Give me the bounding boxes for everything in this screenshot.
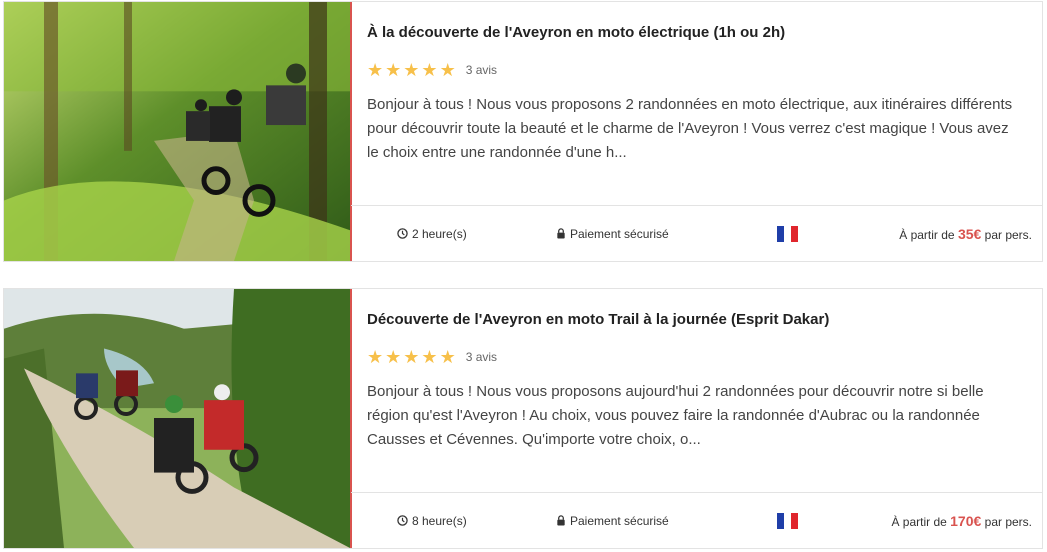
price: À partir de 170€ par pers. [891, 513, 1032, 529]
activity-title[interactable]: À la découverte de l'Aveyron en moto éle… [367, 24, 1026, 41]
price-prefix: À partir de [899, 227, 955, 242]
language [777, 512, 798, 529]
activity-details: Découverte de l'Aveyron en moto Trail à … [351, 289, 1042, 548]
price-value: 170€ [950, 512, 982, 529]
activity-title[interactable]: Découverte de l'Aveyron en moto Trail à … [367, 311, 1026, 328]
activity-card[interactable]: Découverte de l'Aveyron en moto Trail à … [3, 288, 1043, 549]
star-icon: ★ [421, 60, 438, 80]
activity-description: Bonjour à tous ! Nous vous proposons auj… [367, 383, 984, 448]
language [777, 225, 798, 242]
rating: ★ ★ ★ ★ ★ 3 avis [367, 347, 497, 367]
price-suffix: par pers. [984, 514, 1032, 529]
activity-card[interactable]: À la découverte de l'Aveyron en moto éle… [3, 1, 1043, 262]
star-icon: ★ [403, 347, 420, 367]
rating: ★ ★ ★ ★ ★ 3 avis [367, 60, 497, 80]
price-suffix: par pers. [984, 227, 1032, 242]
star-icon: ★ [439, 60, 456, 80]
lock-icon [557, 515, 565, 526]
star-icon: ★ [403, 60, 420, 80]
secure-payment-label: Paiement sécurisé [570, 226, 669, 241]
star-icon: ★ [367, 60, 384, 80]
star-icon: ★ [385, 347, 402, 367]
trail-ride-image [4, 289, 350, 548]
price-value: 35€ [957, 225, 982, 242]
secure-payment: Paiement sécurisé [556, 227, 669, 241]
activity-description: Bonjour à tous ! Nous vous proposons 2 r… [367, 96, 1013, 161]
duration-label: 2 heure(s) [412, 226, 467, 241]
forest-ride-image [4, 2, 350, 261]
activity-footer: 2 heure(s) Paiement sécurisé À partir de… [351, 205, 1042, 261]
activity-photo[interactable] [4, 2, 352, 261]
duration: 8 heure(s) [397, 514, 467, 528]
lock-icon [557, 228, 565, 239]
secure-payment: Paiement sécurisé [556, 514, 669, 528]
duration: 2 heure(s) [397, 227, 467, 241]
star-icon: ★ [385, 60, 402, 80]
activity-details: À la découverte de l'Aveyron en moto éle… [351, 2, 1042, 261]
clock-icon [397, 228, 408, 239]
activity-photo[interactable] [4, 289, 352, 548]
french-flag-icon [777, 512, 798, 529]
price-prefix: À partir de [891, 514, 947, 529]
price: À partir de 35€ par pers. [899, 226, 1032, 242]
activity-footer: 8 heure(s) Paiement sécurisé À partir de… [351, 492, 1042, 548]
secure-payment-label: Paiement sécurisé [570, 513, 669, 528]
review-count[interactable]: 3 avis [466, 63, 497, 77]
star-icon: ★ [367, 347, 384, 367]
duration-label: 8 heure(s) [412, 513, 467, 528]
star-icon: ★ [421, 347, 438, 367]
clock-icon [397, 515, 408, 526]
french-flag-icon [777, 225, 798, 242]
star-icon: ★ [439, 347, 456, 367]
review-count[interactable]: 3 avis [466, 350, 497, 364]
